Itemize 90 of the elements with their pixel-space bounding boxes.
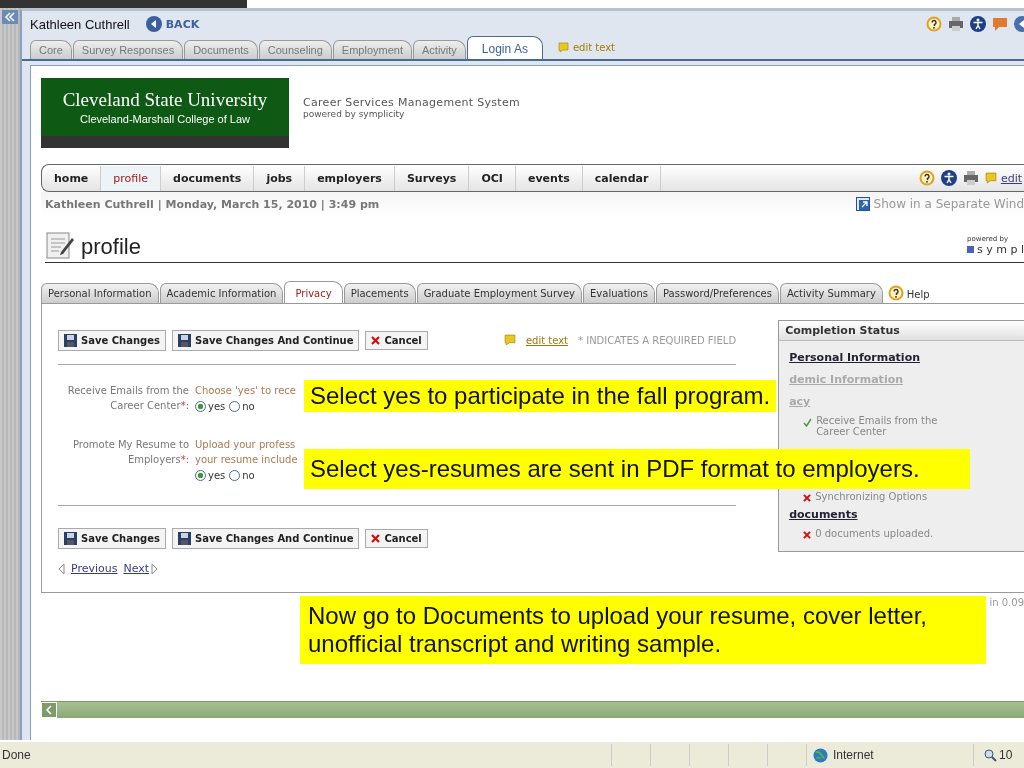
user-date-line: Kathleen Cuthrell | Monday, March 15, 2010 | 3:49 pm [45, 197, 380, 211]
previous-link[interactable]: Previous [71, 562, 118, 575]
callout-note: Now go to Documents to upload your resume, cover letter, unofficial transcript and writing sample. [300, 596, 986, 664]
next-link[interactable]: Next [123, 562, 150, 575]
nav-item[interactable]: events [515, 165, 583, 191]
accessibility-icon[interactable] [940, 170, 957, 186]
edit-link[interactable]: edit [1000, 171, 1022, 185]
help-icon[interactable] [887, 285, 904, 301]
nav-item[interactable]: jobs [254, 165, 306, 191]
back-link[interactable]: BACK [145, 16, 200, 32]
save-button[interactable]: Save Changes [58, 527, 166, 549]
radio-label: no [242, 470, 255, 481]
next-arrow-icon[interactable] [151, 562, 159, 575]
security-zone-text: Internet [833, 748, 874, 762]
status-item: Synchronizing Options [815, 491, 928, 502]
new-window-icon[interactable] [855, 197, 870, 211]
profile-tab[interactable]: Evaluations [583, 283, 655, 303]
help-icon[interactable] [926, 16, 942, 32]
radio-label: yes [208, 401, 226, 412]
print-icon[interactable] [948, 16, 964, 32]
callout-note: Select yes-resumes are sent in PDF format to employers. [304, 449, 970, 489]
profile-tab[interactable]: Graduate Employment Survey [416, 283, 583, 303]
status-section-link[interactable]: documents [789, 508, 1014, 521]
field-hint: your resume include [195, 453, 298, 467]
powered-by-text: powered by symplicity [303, 108, 406, 119]
field-hint: Choose 'yes' to rece [195, 384, 296, 398]
nav-item[interactable]: employers [305, 165, 395, 191]
field-label: Promote My Resume to Employers*: [72, 438, 190, 467]
nav-item[interactable]: profile [101, 165, 162, 191]
save-button[interactable]: Save Changes [58, 329, 166, 351]
symplicity-logo: s y m p l [967, 243, 1024, 256]
save-button[interactable]: Save Changes And Continue [171, 527, 360, 549]
profile-tab[interactable]: Academic Information [159, 283, 284, 303]
field-hint: Upload your profess [195, 438, 297, 452]
render-time-note: in 0.09 [989, 597, 1024, 610]
previous-arrow-icon[interactable] [58, 562, 65, 575]
accessibility-icon[interactable] [970, 16, 986, 32]
tab[interactable]: Login As [466, 36, 543, 59]
radio-button[interactable] [195, 401, 206, 412]
zoom-icon[interactable] [984, 748, 997, 762]
back-icon [145, 16, 162, 32]
scroll-left-button[interactable] [41, 702, 57, 718]
tab[interactable]: Core [30, 40, 72, 59]
profile-tab[interactable]: Activity Summary [779, 283, 883, 303]
status-item: Receive Emails from the Career Center [816, 415, 939, 437]
system-title: Career Services Management System [303, 95, 520, 109]
nav-item[interactable]: Surveys [394, 165, 470, 191]
cancel-button[interactable]: Cancel [365, 528, 428, 548]
radio-button[interactable] [229, 470, 241, 481]
edit-text-link[interactable]: edit text [525, 334, 568, 346]
page-heading: profile [81, 234, 141, 260]
completion-status-title: Completion Status [779, 321, 1024, 341]
radio-button[interactable] [195, 470, 206, 481]
help-link[interactable]: Help [906, 289, 930, 300]
save-button[interactable]: Save Changes And Continue [171, 329, 360, 351]
required-field-note: * INDICATES A REQUIRED FIELD [578, 334, 737, 346]
callout-note: Select yes to participate in the fall program. [304, 380, 777, 412]
help-icon[interactable] [918, 170, 935, 186]
globe-icon [813, 747, 828, 763]
chat-icon[interactable] [992, 16, 1008, 32]
collapse-button[interactable] [2, 10, 18, 24]
zoom-level: 10 [999, 748, 1013, 762]
field-label: Receive Emails from the Career Center*: [66, 384, 190, 413]
radio-button[interactable] [229, 401, 241, 412]
back-icon[interactable] [1014, 16, 1024, 32]
document-edit-icon [45, 230, 75, 260]
profile-tab[interactable]: Password/Preferences [656, 283, 779, 303]
cancel-button[interactable]: Cancel [365, 330, 428, 350]
radio-label: yes [208, 470, 226, 481]
double-left-arrow-icon [4, 12, 16, 22]
profile-tab[interactable]: Privacy [284, 281, 343, 303]
print-icon[interactable] [962, 170, 979, 186]
horizontal-scrollbar[interactable] [41, 701, 1024, 718]
status-item: 0 documents uploaded. [815, 528, 934, 539]
user-name: Kathleen Cuthrell [30, 16, 130, 32]
nav-item[interactable]: documents [161, 165, 255, 191]
radio-label: no [242, 401, 255, 412]
nav-item[interactable]: OCI [469, 165, 516, 191]
profile-tab[interactable]: Personal Information [41, 283, 159, 303]
logo-title: Cleveland State University [62, 89, 268, 111]
nav-item[interactable]: calendar [582, 165, 662, 191]
profile-tab[interactable]: Placements [343, 283, 416, 303]
status-text: Done [1, 748, 31, 762]
logo-subtitle: Cleveland-Marshall College of Law [80, 113, 250, 125]
status-section-link[interactable]: Personal Information [789, 351, 1014, 364]
cross-icon [371, 335, 381, 345]
cross-icon [371, 533, 381, 543]
note-icon [503, 334, 516, 346]
note-icon [984, 172, 997, 184]
note-icon [557, 42, 569, 53]
